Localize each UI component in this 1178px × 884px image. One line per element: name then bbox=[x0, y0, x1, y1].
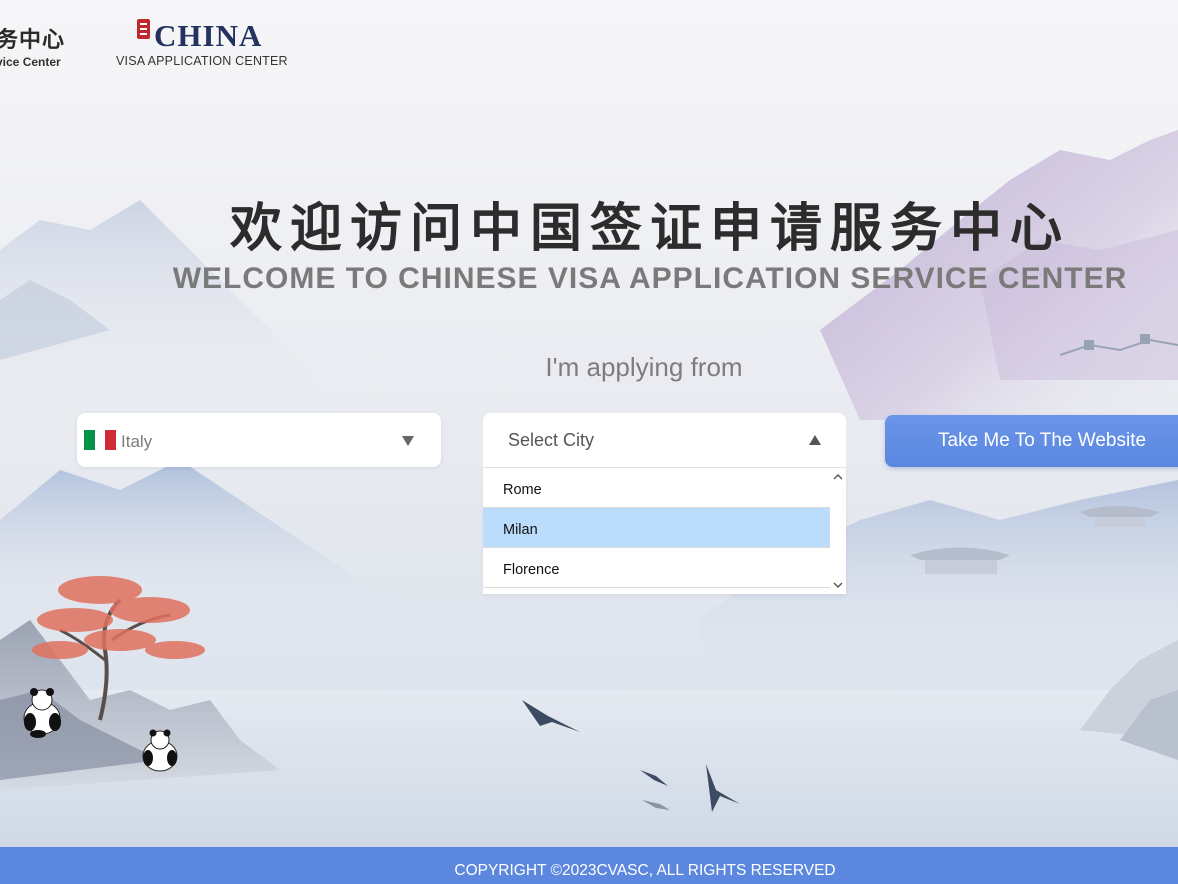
service-center-logo[interactable]: 务中心 vice Center bbox=[0, 18, 76, 74]
city-option-label: Florence bbox=[503, 562, 560, 578]
country-select[interactable]: Italy bbox=[77, 413, 441, 467]
logo-en-text: vice Center bbox=[0, 55, 61, 69]
chevron-down-icon bbox=[402, 436, 414, 446]
city-select-placeholder: Select City bbox=[508, 430, 595, 450]
page-title-cn: 欢迎访问中国签证申请服务中心 bbox=[229, 198, 1070, 259]
italy-flag-icon bbox=[84, 430, 117, 450]
city-option-rome[interactable]: Rome bbox=[483, 468, 830, 508]
city-option-florence[interactable]: Florence bbox=[483, 548, 830, 588]
city-option-milan[interactable]: Milan bbox=[483, 508, 830, 548]
page-title-en: WELCOME TO CHINESE VISA APPLICATION SERV… bbox=[172, 262, 1128, 295]
china-visa-center-logo[interactable]: CHINA VISA APPLICATION CENTER bbox=[114, 16, 304, 72]
applying-from-label: I'm applying from bbox=[545, 352, 743, 382]
footer: COPYRIGHT ©2023CVASC, ALL RIGHTS RESERVE… bbox=[0, 847, 1178, 884]
take-me-button-label: Take Me To The Website bbox=[938, 430, 1147, 451]
scroll-up-arrow-icon[interactable] bbox=[833, 472, 843, 482]
dropdown-scrollbar[interactable] bbox=[830, 468, 846, 594]
seal-icon bbox=[137, 19, 150, 39]
chevron-up-icon bbox=[809, 435, 821, 445]
city-option-label: Rome bbox=[503, 482, 542, 498]
city-option-label: Milan bbox=[503, 522, 538, 538]
scroll-down-arrow-icon[interactable] bbox=[833, 580, 843, 590]
take-me-to-website-button[interactable]: Take Me To The Website bbox=[885, 415, 1178, 467]
city-dropdown-list[interactable]: Rome Milan Florence bbox=[483, 467, 846, 594]
country-select-value: Italy bbox=[121, 432, 153, 451]
landing-page: 务中心 vice Center CHINA VISA APPLICATION C… bbox=[0, 0, 1178, 884]
logo-cn-text: 务中心 bbox=[0, 27, 66, 53]
copyright-text: COPYRIGHT ©2023CVASC, ALL RIGHTS RESERVE… bbox=[454, 862, 836, 879]
logo-china-text: CHINA bbox=[154, 18, 263, 53]
logo-subtitle: VISA APPLICATION CENTER bbox=[116, 54, 288, 68]
city-select[interactable]: Select City bbox=[483, 413, 846, 467]
